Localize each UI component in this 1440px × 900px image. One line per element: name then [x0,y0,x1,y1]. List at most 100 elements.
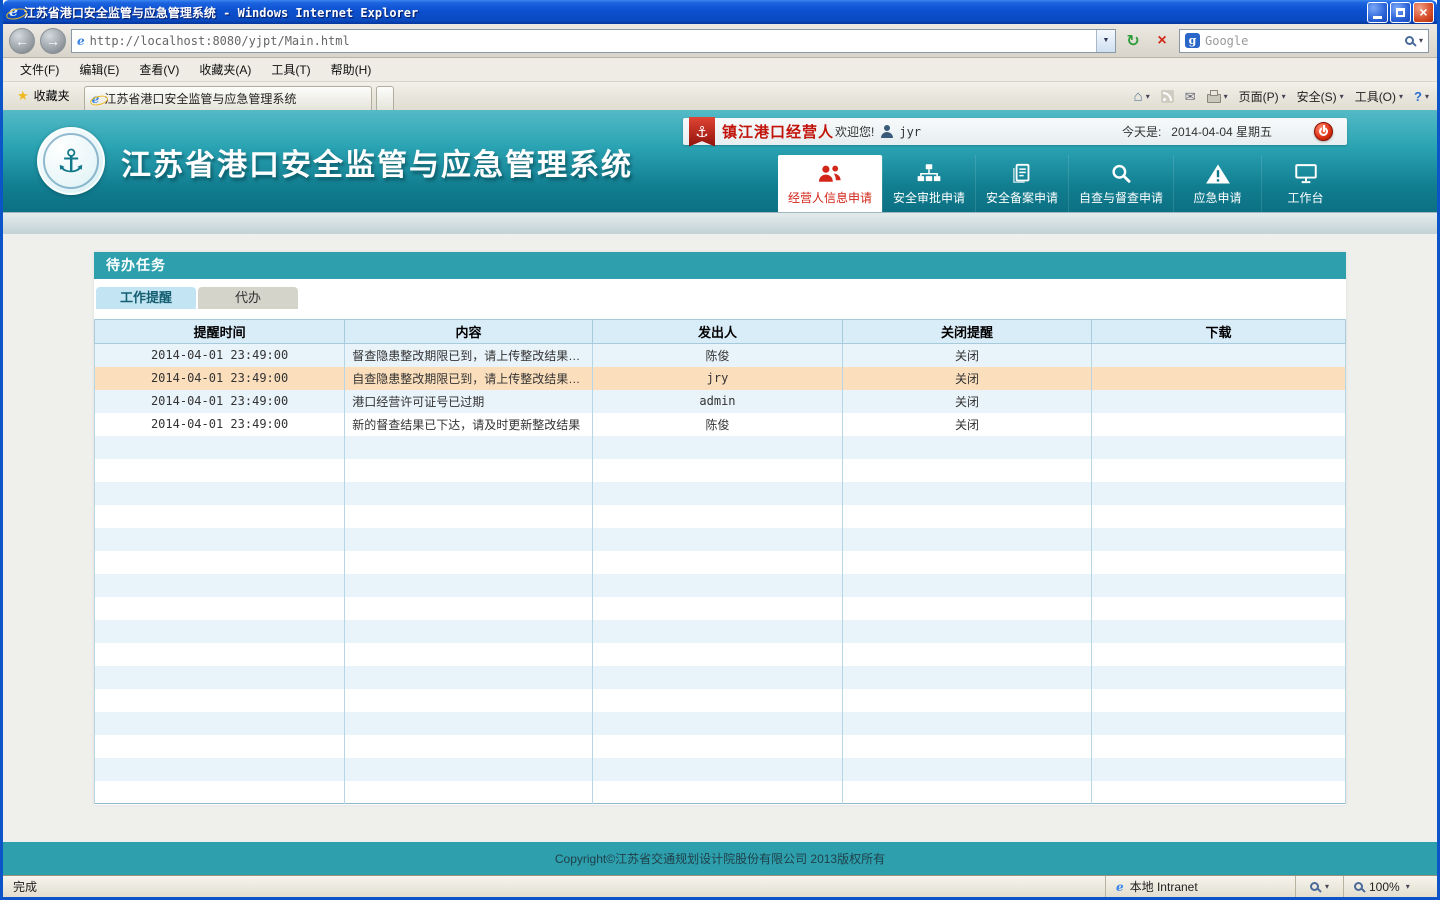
close-reminder-link[interactable]: 关闭 [843,344,1092,367]
header-sender: 发出人 [592,320,842,344]
cell-sender [592,482,842,505]
cell-remind-time [95,482,345,505]
close-button[interactable]: × [1413,2,1434,23]
zoom-menu-button[interactable]: ▾ [1295,876,1343,897]
page-menu-button[interactable]: 页面(P) ▾ [1239,88,1286,105]
close-reminder-link [843,620,1092,643]
cell-content [345,689,593,712]
subheader-strip [3,212,1437,234]
cell-download [1092,482,1346,505]
close-reminder-link[interactable]: 关闭 [843,413,1092,436]
nav-item-workbench[interactable]: 工作台 [1261,155,1349,212]
cell-remind-time [95,597,345,620]
home-chevron-icon: ▾ [1146,92,1150,101]
nav-item-emergency[interactable]: 应急申请 [1173,155,1261,212]
stop-icon: × [1157,32,1166,50]
cell-content: 新的督查结果已下达，请及时更新整改结果 [345,413,593,436]
cell-content [345,482,593,505]
home-button[interactable]: ⌂ ▾ [1134,88,1150,105]
zoom-value: 100% [1369,880,1400,894]
cell-content: 港口经营许可证号已过期 [345,390,593,413]
refresh-button[interactable]: ↻ [1121,29,1145,53]
forward-button[interactable]: → [40,28,66,54]
back-icon: ← [15,33,29,49]
title-bar[interactable]: e 江苏省港口安全监管与应急管理系统 - Windows Internet Ex… [3,0,1437,24]
cell-remind-time [95,712,345,735]
close-reminder-link[interactable]: 关闭 [843,390,1092,413]
logout-power-button[interactable] [1314,122,1333,141]
cell-download [1092,620,1346,643]
browser-tab[interactable]: e 江苏省港口安全监管与应急管理系统 [84,86,372,110]
tab-work-reminder[interactable]: 工作提醒 [96,287,196,309]
nav-item-inspection[interactable]: 自查与督查申请 [1068,155,1173,212]
cell-download [1092,528,1346,551]
search-input[interactable] [1205,34,1400,48]
date-label: 今天是: [1122,123,1161,140]
table-row [95,689,1346,712]
print-button[interactable]: ▾ [1207,90,1228,103]
document-icon [1009,163,1035,185]
safety-menu-button[interactable]: 安全(S) ▾ [1297,88,1344,105]
table-row [95,574,1346,597]
menu-tools[interactable]: 工具(T) [262,58,319,81]
warning-icon [1205,163,1231,185]
nav-item-label: 安全审批申请 [893,189,965,206]
menu-help[interactable]: 帮助(H) [322,58,381,81]
nav-item-safety-filing[interactable]: 安全备案申请 [975,155,1068,212]
cell-remind-time [95,436,345,459]
table-row [95,436,1346,459]
maximize-button[interactable] [1390,2,1411,23]
nav-item-operator-info[interactable]: 经营人信息申请 [778,155,882,212]
menu-edit[interactable]: 编辑(E) [70,58,128,81]
cell-content [345,505,593,528]
cell-sender [592,505,842,528]
role-badge: ⚓ 镇江港口经营人 [683,115,846,148]
search-box[interactable]: g ▾ [1179,29,1429,53]
tools-menu-button[interactable]: 工具(O) ▾ [1355,88,1403,105]
menu-favorites[interactable]: 收藏夹(A) [190,58,260,81]
cell-content [345,620,593,643]
table-row: 2014-04-01 23:49:00 新的督查结果已下达，请及时更新整改结果 … [95,413,1346,436]
close-reminder-link[interactable]: 关闭 [843,367,1092,390]
new-tab-stub[interactable] [376,86,394,110]
nav-item-safety-approval[interactable]: 安全审批申请 [882,155,975,212]
magnifier-icon [1108,163,1134,185]
back-button[interactable]: ← [9,28,35,54]
safety-chevron-icon: ▾ [1340,92,1344,101]
minimize-button[interactable] [1367,2,1388,23]
badge-anchor-icon: ⚓ [689,117,715,147]
google-icon: g [1185,33,1200,48]
menu-view[interactable]: 查看(V) [130,58,188,81]
table-row: 2014-04-01 23:49:00 督查隐患整改期限已到，请上传整改结果… … [95,344,1346,367]
site-title: 江苏省港口安全监管与应急管理系统 [121,140,633,184]
stop-button[interactable]: × [1150,29,1174,53]
url-field[interactable]: e ▼ [71,29,1116,53]
url-input[interactable] [90,34,1091,48]
cell-download [1092,436,1346,459]
content-area: 待办任务 工作提醒 代办 提醒时间 内容 发出人 关闭提醒 [3,234,1437,842]
cell-content [345,781,593,804]
search-icon[interactable] [1405,36,1414,45]
tools-menu-label: 工具(O) [1355,88,1396,105]
cell-download [1092,666,1346,689]
menu-file[interactable]: 文件(F) [11,58,68,81]
url-dropdown-button[interactable]: ▼ [1096,30,1115,52]
cell-sender [592,781,842,804]
header-content: 内容 [345,320,593,344]
favorites-tab-bar: ★ 收藏夹 e 江苏省港口安全监管与应急管理系统 ⌂ ▾ ✉ ▾ 页面(P) ▾ [3,82,1437,110]
read-mail-button[interactable]: ✉ [1185,89,1196,105]
feeds-button[interactable] [1161,90,1174,103]
cell-download [1092,344,1346,367]
search-dropdown-icon[interactable]: ▾ [1419,36,1423,45]
role-badge-label: 镇江港口经营人 [722,121,834,142]
table-row [95,551,1346,574]
table-row [95,735,1346,758]
site-logo: ⚓ [37,127,105,195]
table-row [95,643,1346,666]
cell-remind-time: 2014-04-01 23:49:00 [95,413,345,436]
favorites-button[interactable]: ★ 收藏夹 [7,83,80,110]
zoom-level-button[interactable]: 100% ▾ [1343,876,1437,897]
tab-agency[interactable]: 代办 [198,287,298,309]
copyright-text: Copyright©江苏省交通规划设计院股份有限公司 2013版权所有 [555,850,885,867]
help-button[interactable]: ? ▾ [1414,89,1429,104]
